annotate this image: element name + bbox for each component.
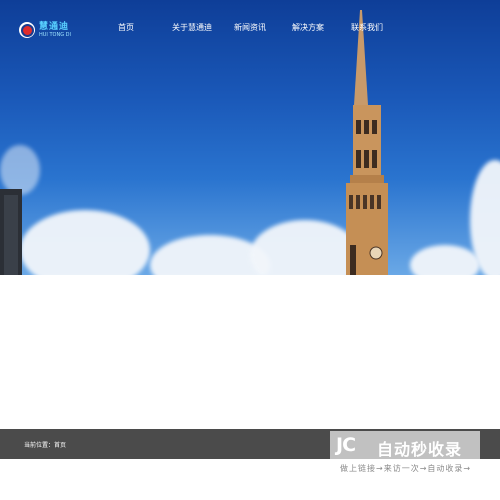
nav-item-about[interactable]: 关于慧通迪 — [172, 22, 212, 33]
watermark-subtitle: 做上链接→来访一次→自动收录→ — [340, 464, 472, 473]
cloud — [410, 245, 480, 275]
nav-item-solutions[interactable]: 解决方案 — [292, 22, 324, 33]
top-navigation: 慧通迪 HUI TONG DI 首页 关于慧通迪 新闻资讯 解决方案 联系我们 — [0, 0, 500, 58]
nav-item-home[interactable]: 首页 — [118, 22, 134, 33]
logo-subtext: HUI TONG DI — [39, 32, 72, 38]
cloud — [0, 145, 40, 195]
watermark-mark: JC — [336, 434, 356, 456]
nav-item-news[interactable]: 新闻资讯 — [234, 22, 266, 33]
nav-item-contact[interactable]: 联系我们 — [351, 22, 383, 33]
building-silhouette — [0, 189, 22, 275]
breadcrumb-text[interactable]: 当前位置：首页 — [24, 440, 66, 449]
watermark-title: 自动秒收录 — [377, 440, 463, 459]
cloud — [20, 210, 150, 275]
company-logo[interactable]: 慧通迪 HUI TONG DI — [19, 20, 71, 40]
logo-text: 慧通迪 — [39, 22, 70, 32]
logo-icon — [19, 22, 35, 38]
watermark: JC 自动秒收录 做上链接→来访一次→自动收录→ — [330, 431, 480, 475]
